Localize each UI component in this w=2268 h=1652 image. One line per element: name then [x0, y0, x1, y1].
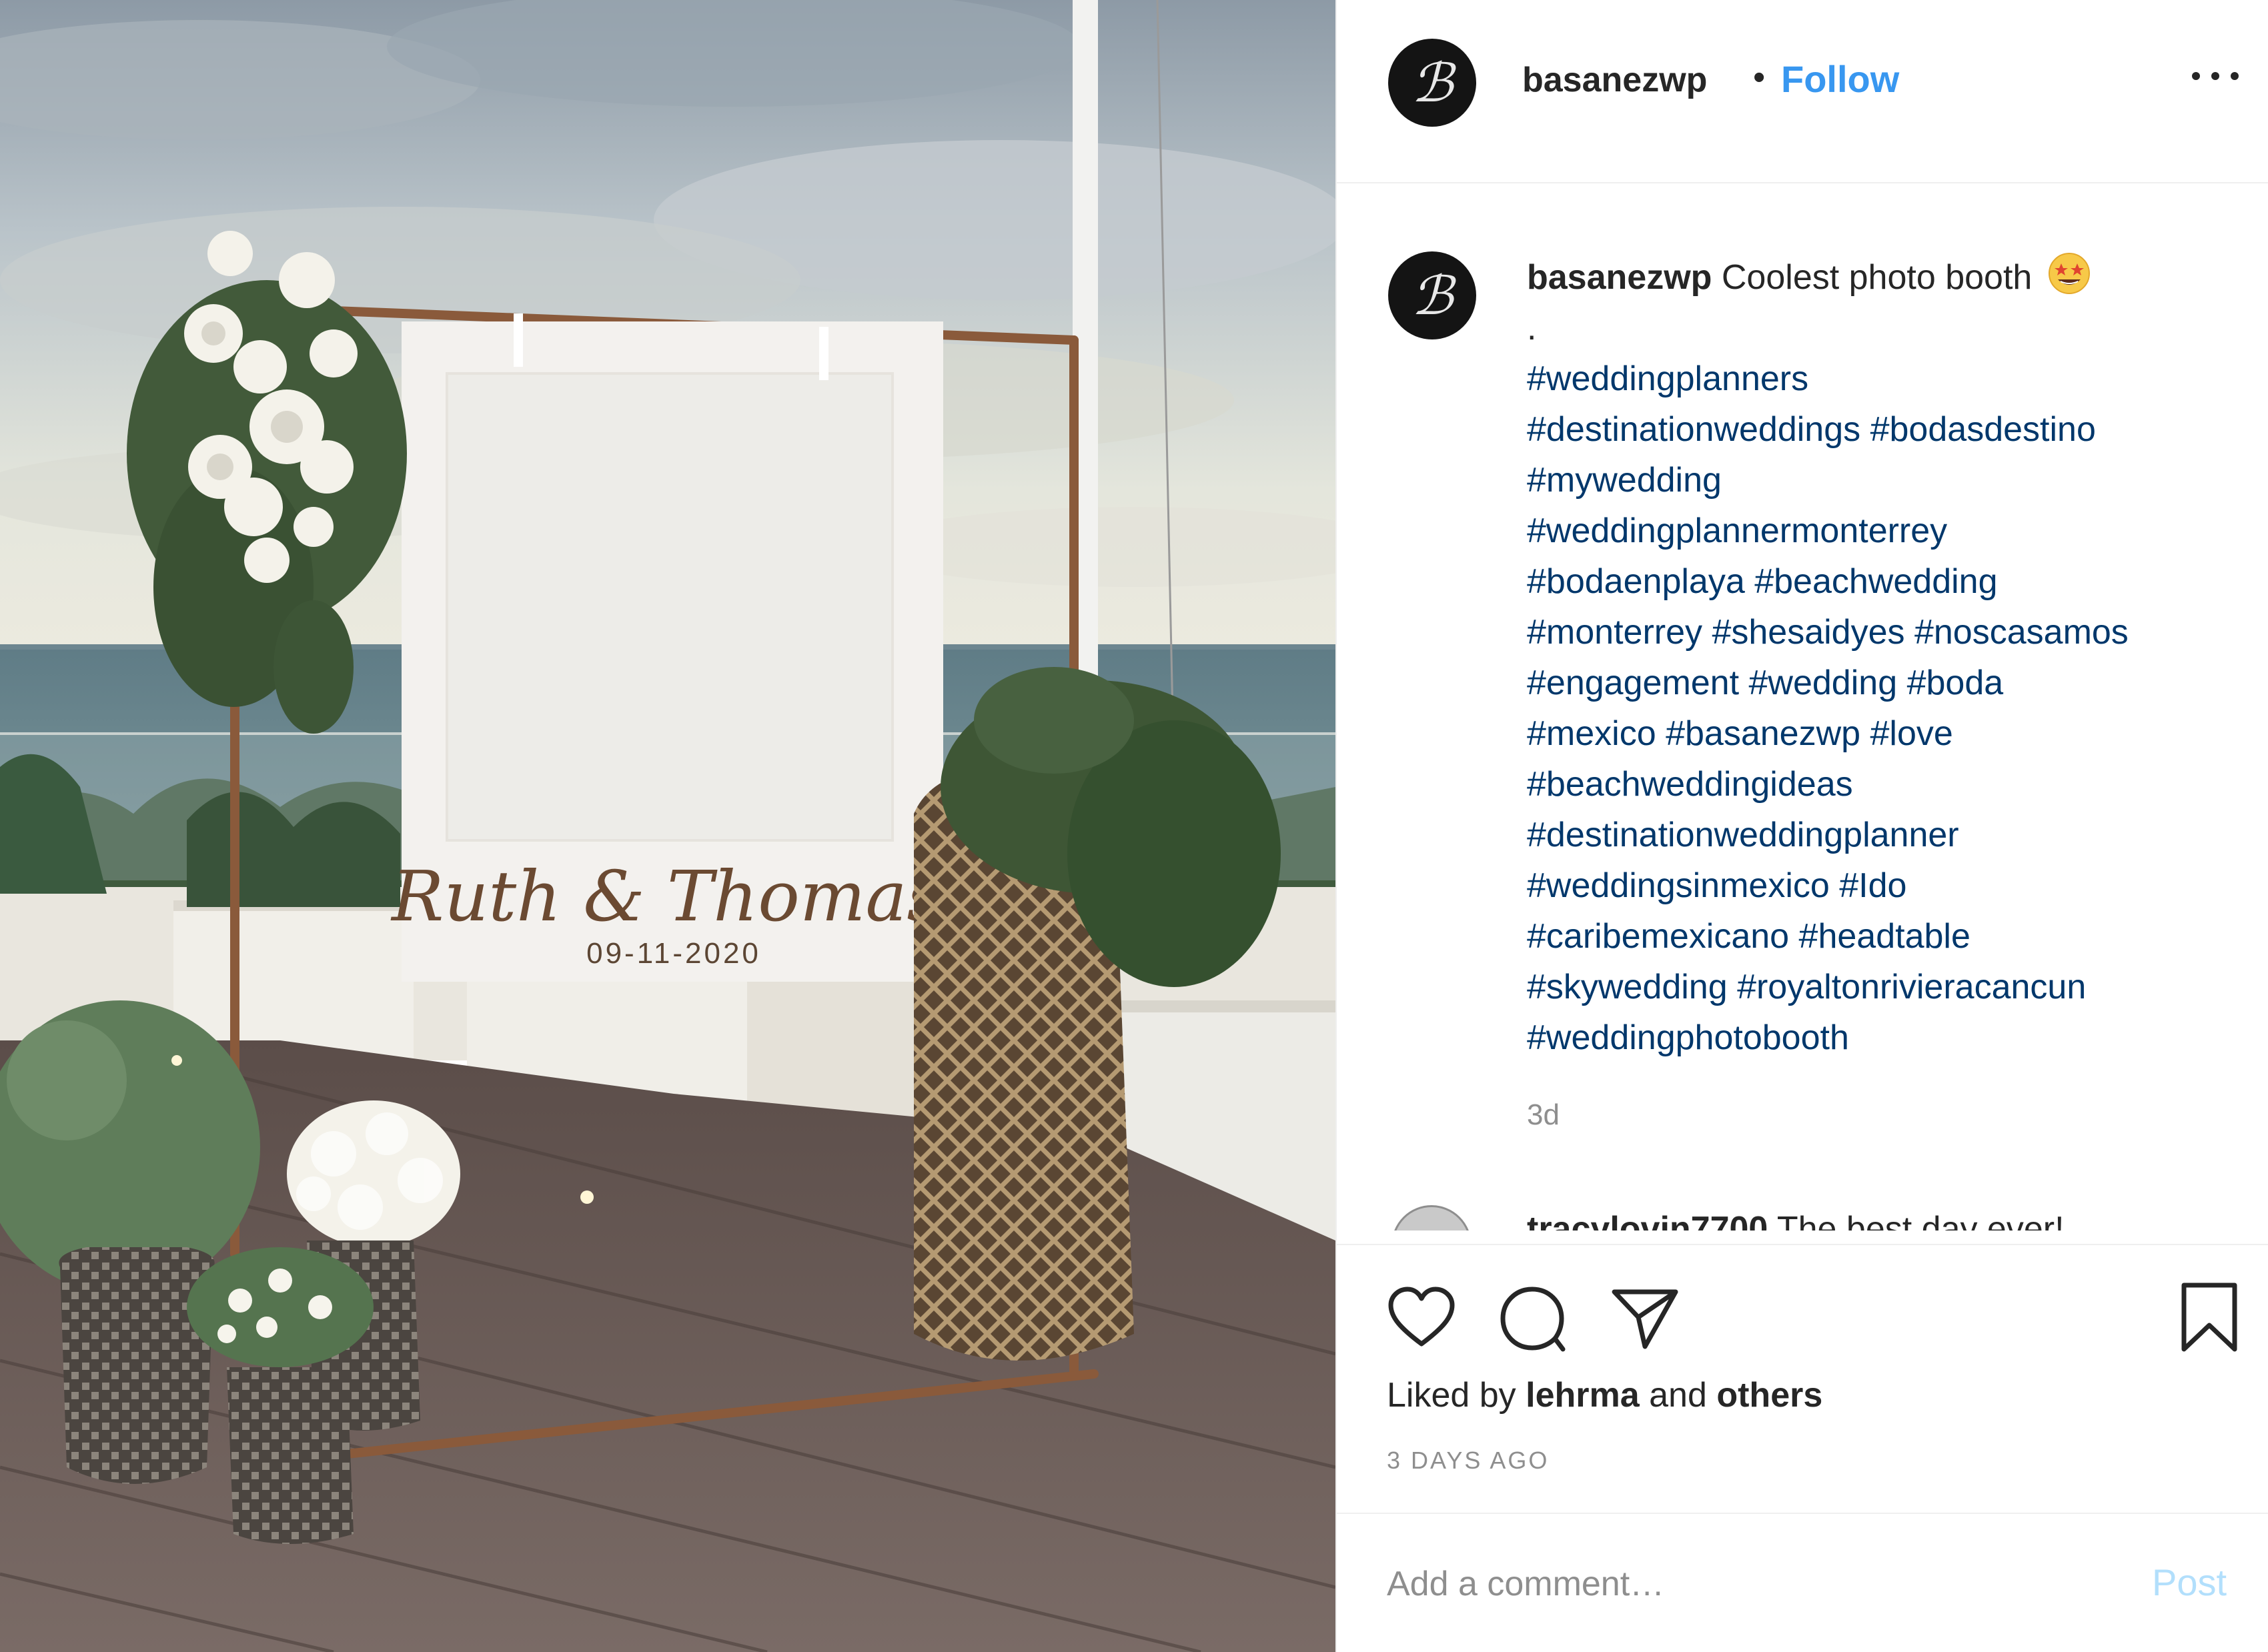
post-caption: basanezwp Coolest photo booth . #wedding…	[1527, 251, 2261, 1063]
liked-by-user[interactable]: lehrma	[1526, 1376, 1640, 1415]
comment-input[interactable]	[1387, 1554, 2121, 1614]
hashtag-line[interactable]: #mexico #basanezwp #love	[1527, 708, 2261, 759]
post-header: ℬ basanezwp • Follow	[1337, 0, 2268, 183]
post-sidebar: ℬ basanezwp • Follow ℬ basanezwp Coolest…	[1335, 0, 2268, 1652]
hashtag-line[interactable]: #weddingphotobooth	[1527, 1012, 2261, 1063]
more-dot	[2231, 72, 2239, 80]
more-options-icon[interactable]	[2192, 61, 2239, 91]
comment-text: The best day ever!	[1776, 1210, 2065, 1230]
comment-text-row: tracylovin7700 The best day ever!	[1527, 1209, 2065, 1230]
post-photo-scene: Ruth & Thomas 09-11-2020	[0, 0, 1335, 1652]
caption-dot: .	[1527, 309, 1537, 347]
hashtag-line[interactable]: #bodaenplaya #beachwedding	[1527, 556, 2261, 607]
username-link[interactable]: basanezwp	[1522, 60, 1707, 100]
caption-timestamp[interactable]: 3d	[1527, 1098, 1560, 1132]
hashtag-line[interactable]: #monterrey #shesaidyes #noscasamos	[1527, 607, 2261, 658]
more-dot	[2211, 72, 2219, 80]
caption-text: Coolest photo booth	[1721, 258, 2033, 297]
hashtag-line[interactable]: #skywedding #royaltonrivieracancun	[1527, 962, 2261, 1012]
hashtag-line[interactable]: #caribemexicano #headtable	[1527, 911, 2261, 962]
liked-by-prefix: Liked by	[1387, 1376, 1516, 1415]
hashtag-line[interactable]: #weddingsinmexico #Ido	[1527, 860, 2261, 911]
bookmark-icon[interactable]	[2179, 1281, 2240, 1355]
sign-names: Ruth & Thomas	[390, 856, 943, 937]
follow-button[interactable]: Follow	[1781, 57, 1899, 101]
post-actions: Liked by lehrma and others 3 DAYS AGO	[1337, 1244, 2268, 1511]
avatar[interactable]: ℬ	[1388, 39, 1476, 127]
heart-icon[interactable]	[1387, 1285, 1456, 1349]
hashtag-line[interactable]: #destinationweddings #bodasdestino	[1527, 404, 2261, 455]
liked-by-others[interactable]: others	[1716, 1376, 1822, 1415]
post-date[interactable]: 3 DAYS AGO	[1387, 1447, 1549, 1475]
add-comment-bar: Post	[1337, 1513, 2268, 1652]
post-comment-button[interactable]: Post	[2152, 1561, 2227, 1604]
hashtag-line[interactable]: #engagement #wedding #boda	[1527, 658, 2261, 708]
post-photo[interactable]: Ruth & Thomas 09-11-2020	[0, 0, 1335, 1652]
share-icon[interactable]	[1610, 1285, 1680, 1352]
likes-summary: Liked by lehrma and others	[1387, 1375, 1822, 1415]
hashtag-line[interactable]: #beachweddingideas	[1527, 759, 2261, 810]
more-dot	[2192, 72, 2200, 80]
liked-by-and: and	[1649, 1376, 1707, 1415]
comments-section[interactable]: ℬ basanezwp Coolest photo booth . #weddi…	[1337, 185, 2268, 1230]
comment-icon[interactable]	[1499, 1285, 1568, 1352]
caption-username[interactable]: basanezwp	[1527, 258, 1712, 297]
star-struck-emoji-icon	[2048, 253, 2090, 294]
sign-date: 09-11-2020	[586, 937, 761, 970]
comment-avatar[interactable]	[1391, 1205, 1472, 1230]
hashtag-line[interactable]: #mywedding	[1527, 455, 2261, 506]
hashtag-line[interactable]: #weddingplannermonterrey	[1527, 506, 2261, 556]
avatar-monogram-icon: ℬ	[1411, 264, 1454, 327]
hashtag-line[interactable]: #destinationweddingplanner	[1527, 810, 2261, 860]
hashtag-line[interactable]: #weddingplanners	[1527, 353, 2261, 404]
caption-avatar[interactable]: ℬ	[1388, 251, 1476, 339]
avatar-monogram-icon: ℬ	[1411, 51, 1454, 114]
comment-username[interactable]: tracylovin7700	[1527, 1210, 1768, 1230]
comment-item: tracylovin7700 The best day ever!	[1337, 1205, 2268, 1230]
header-separator: •	[1753, 58, 1766, 97]
